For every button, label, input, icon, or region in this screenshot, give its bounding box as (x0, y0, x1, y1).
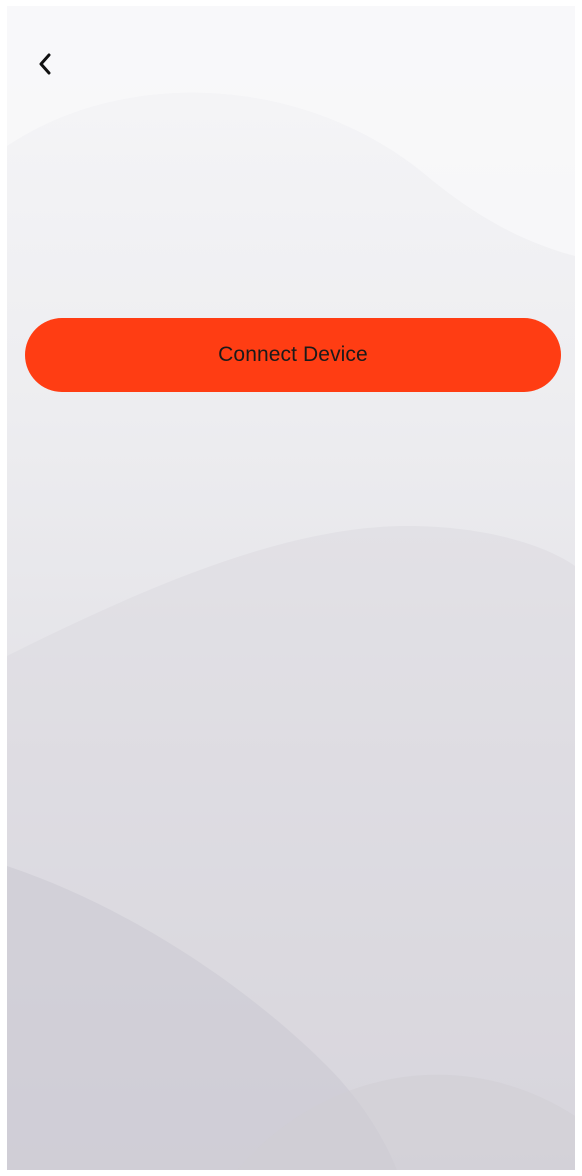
background-waves (7, 6, 575, 1170)
connect-device-button[interactable]: Connect Device (25, 318, 561, 392)
app-screen: Connect Device (7, 6, 575, 1170)
back-button[interactable] (25, 44, 65, 84)
chevron-left-icon (39, 53, 51, 75)
connect-device-label: Connect Device (218, 343, 368, 366)
